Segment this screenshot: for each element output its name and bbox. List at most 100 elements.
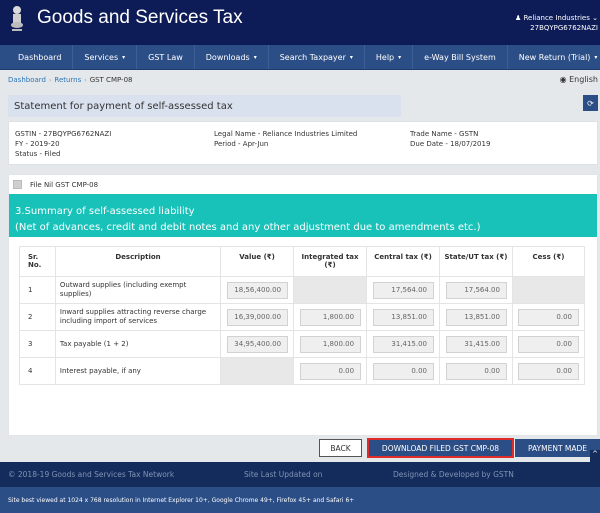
nil-filing-checkbox[interactable] xyxy=(13,180,22,189)
payment-made-button[interactable]: PAYMENT MADE xyxy=(515,439,600,457)
nav-item-label: e-Way Bill System xyxy=(424,52,496,62)
cell-cgst: 0.00 xyxy=(366,357,440,385)
footer-browser-note: Site best viewed at 1024 x 768 resolutio… xyxy=(0,487,600,513)
nav-item-gst-law[interactable]: GST Law xyxy=(137,45,195,69)
breadcrumb: Dashboard › Returns › GST CMP-08 ◉ Engli… xyxy=(0,70,600,90)
user-icon: ♟ xyxy=(514,14,522,22)
cell-sgst: 17,564.00 xyxy=(439,276,513,304)
cell-sgst: 31,415.00 xyxy=(439,330,513,358)
footer-designed-by: Designed & Developed by GSTN xyxy=(393,470,514,479)
gstin-text: GSTIN - 27BQYPG6762NAZI xyxy=(15,130,112,138)
row-description: Interest payable, if any xyxy=(54,357,222,385)
igst-input[interactable]: 0.00 xyxy=(300,362,362,380)
row-description: Tax payable (1 + 2) xyxy=(54,330,222,358)
igst-input[interactable]: 1,800.00 xyxy=(300,308,362,326)
user-menu[interactable]: ♟ Reliance Industries ⌄ 27BQYPG6762NAZI xyxy=(515,13,598,33)
caret-down-icon: ▾ xyxy=(253,53,257,61)
igst-input[interactable]: 1,800.00 xyxy=(300,335,362,353)
row-sr-no: 1 xyxy=(19,276,56,304)
value-input[interactable]: 18,56,400.00 xyxy=(227,281,289,299)
section-header: 3.Summary of self-assessed liability (Ne… xyxy=(9,194,597,237)
nav-item-search-taxpayer[interactable]: Search Taxpayer ▾ xyxy=(269,45,365,69)
breadcrumb-separator: › xyxy=(84,76,87,84)
nav-item-label: Search Taxpayer xyxy=(279,52,346,62)
cell-value: 34,95,400.00 xyxy=(220,330,295,358)
col-header-sgst: State/UT tax (₹) xyxy=(439,246,513,277)
col-header-cgst: Central tax (₹) xyxy=(366,246,440,277)
language-selector[interactable]: ◉ English xyxy=(560,75,598,84)
cell-value: 16,39,000.00 xyxy=(220,303,295,331)
cell-cess: 0.00 xyxy=(511,357,586,385)
value-input[interactable]: 16,39,000.00 xyxy=(227,308,289,326)
nav-item-label: Dashboard xyxy=(18,52,62,62)
col-header-igst: Integrated tax (₹) xyxy=(293,246,368,277)
table-row: 4 Interest payable, if any 0.00 0.00 0.00 0.0… xyxy=(19,357,586,385)
globe-icon: ◉ xyxy=(559,75,567,84)
cell-sgst: 0.00 xyxy=(439,357,513,385)
disabled-cell-value xyxy=(220,357,295,385)
cell-igst: 1,800.00 xyxy=(293,303,368,331)
trade-name-text: Trade Name - GSTN xyxy=(410,130,479,138)
site-title: Goods and Services Tax xyxy=(37,7,243,28)
cess-input[interactable]: 0.00 xyxy=(518,308,579,326)
chevron-down-icon: ⌄ xyxy=(592,14,598,22)
cell-cess: 0.00 xyxy=(511,303,586,331)
caret-down-icon: ▾ xyxy=(594,53,598,61)
page-title: Statement for payment of self-assessed t… xyxy=(8,95,401,117)
nil-filing-label: File Nil GST CMP-08 xyxy=(30,180,99,189)
breadcrumb-dashboard[interactable]: Dashboard xyxy=(8,76,46,84)
table-header-row: Sr. No. Description Value (₹) Integrated… xyxy=(19,246,586,277)
nil-filing-row: File Nil GST CMP-08 xyxy=(9,175,597,194)
liability-card: File Nil GST CMP-08 3.Summary of self-as… xyxy=(8,174,598,436)
refresh-icon: ⟳ xyxy=(587,98,594,108)
section-title: 3.Summary of self-assessed liability xyxy=(15,206,195,217)
cgst-input[interactable]: 31,415.00 xyxy=(373,335,434,353)
disabled-cell-igst xyxy=(293,276,368,304)
sgst-input[interactable]: 17,564.00 xyxy=(445,281,507,299)
download-filed-button[interactable]: DOWNLOAD FILED GST CMP-08 xyxy=(367,438,514,458)
col-header-sr: Sr. No. xyxy=(19,246,56,277)
sgst-input[interactable]: 31,415.00 xyxy=(445,335,507,353)
nav-item-downloads[interactable]: Downloads ▾ xyxy=(195,45,269,69)
main-nav: Dashboard Services ▾ GST Law Downloads ▾ Searc… xyxy=(0,45,600,70)
sgst-input[interactable]: 0.00 xyxy=(445,362,507,380)
footer-last-updated: Site Last Updated on xyxy=(244,470,323,479)
caret-down-icon: ▾ xyxy=(122,53,126,61)
return-info-card: GSTIN - 27BQYPG6762NAZI FY - 2019-20 Sta… xyxy=(8,121,598,165)
cgst-input[interactable]: 13,851.00 xyxy=(373,308,434,326)
cell-cgst: 31,415.00 xyxy=(366,330,440,358)
nav-item-label: GST Law xyxy=(148,52,183,62)
table-row: 3 Tax payable (1 + 2) 34,95,400.00 1,800.00… xyxy=(19,330,586,358)
col-header-cess: Cess (₹) xyxy=(511,246,586,277)
back-button[interactable]: BACK xyxy=(319,439,362,457)
sgst-input[interactable]: 13,851.00 xyxy=(445,308,507,326)
caret-down-icon: ▾ xyxy=(349,53,353,61)
row-description: Inward supplies attracting reverse charg… xyxy=(54,303,222,331)
cgst-input[interactable]: 0.00 xyxy=(373,362,434,380)
refresh-button[interactable]: ⟳ xyxy=(583,95,598,111)
cess-input[interactable]: 0.00 xyxy=(518,335,579,353)
nav-item-label: Downloads xyxy=(205,52,250,62)
emblem-icon xyxy=(11,6,23,31)
browser-note-text: Site best viewed at 1024 x 768 resolutio… xyxy=(8,497,355,504)
breadcrumb-separator: › xyxy=(48,76,52,84)
value-input[interactable]: 34,95,400.00 xyxy=(227,335,289,353)
cell-cess: 0.00 xyxy=(511,330,586,358)
nav-item-dashboard[interactable]: Dashboard xyxy=(0,45,74,69)
status-text: Status - Filed xyxy=(15,150,61,158)
nav-item-e-way-bill-system[interactable]: e-Way Bill System xyxy=(413,45,508,69)
scroll-top-button[interactable]: ^ xyxy=(590,450,600,462)
cgst-input[interactable]: 17,564.00 xyxy=(373,281,434,299)
nav-item-new-return-trial[interactable]: New Return (Trial) ▾ xyxy=(508,45,600,69)
nav-item-services[interactable]: Services ▾ xyxy=(73,45,138,69)
cess-input[interactable]: 0.00 xyxy=(518,362,579,380)
chevron-up-icon: ^ xyxy=(592,450,598,458)
footer-copyright: © 2018-19 Goods and Services Tax Network xyxy=(8,470,175,479)
nav-item-label: Services xyxy=(84,52,119,62)
due-date-text: Due Date - 18/07/2019 xyxy=(410,140,491,148)
table-row: 2 Inward supplies attracting reverse char… xyxy=(19,303,586,331)
disabled-cell-cess xyxy=(511,276,586,304)
cell-igst: 0.00 xyxy=(293,357,368,385)
breadcrumb-returns[interactable]: Returns xyxy=(54,76,81,84)
nav-item-help[interactable]: Help ▾ xyxy=(365,45,414,69)
